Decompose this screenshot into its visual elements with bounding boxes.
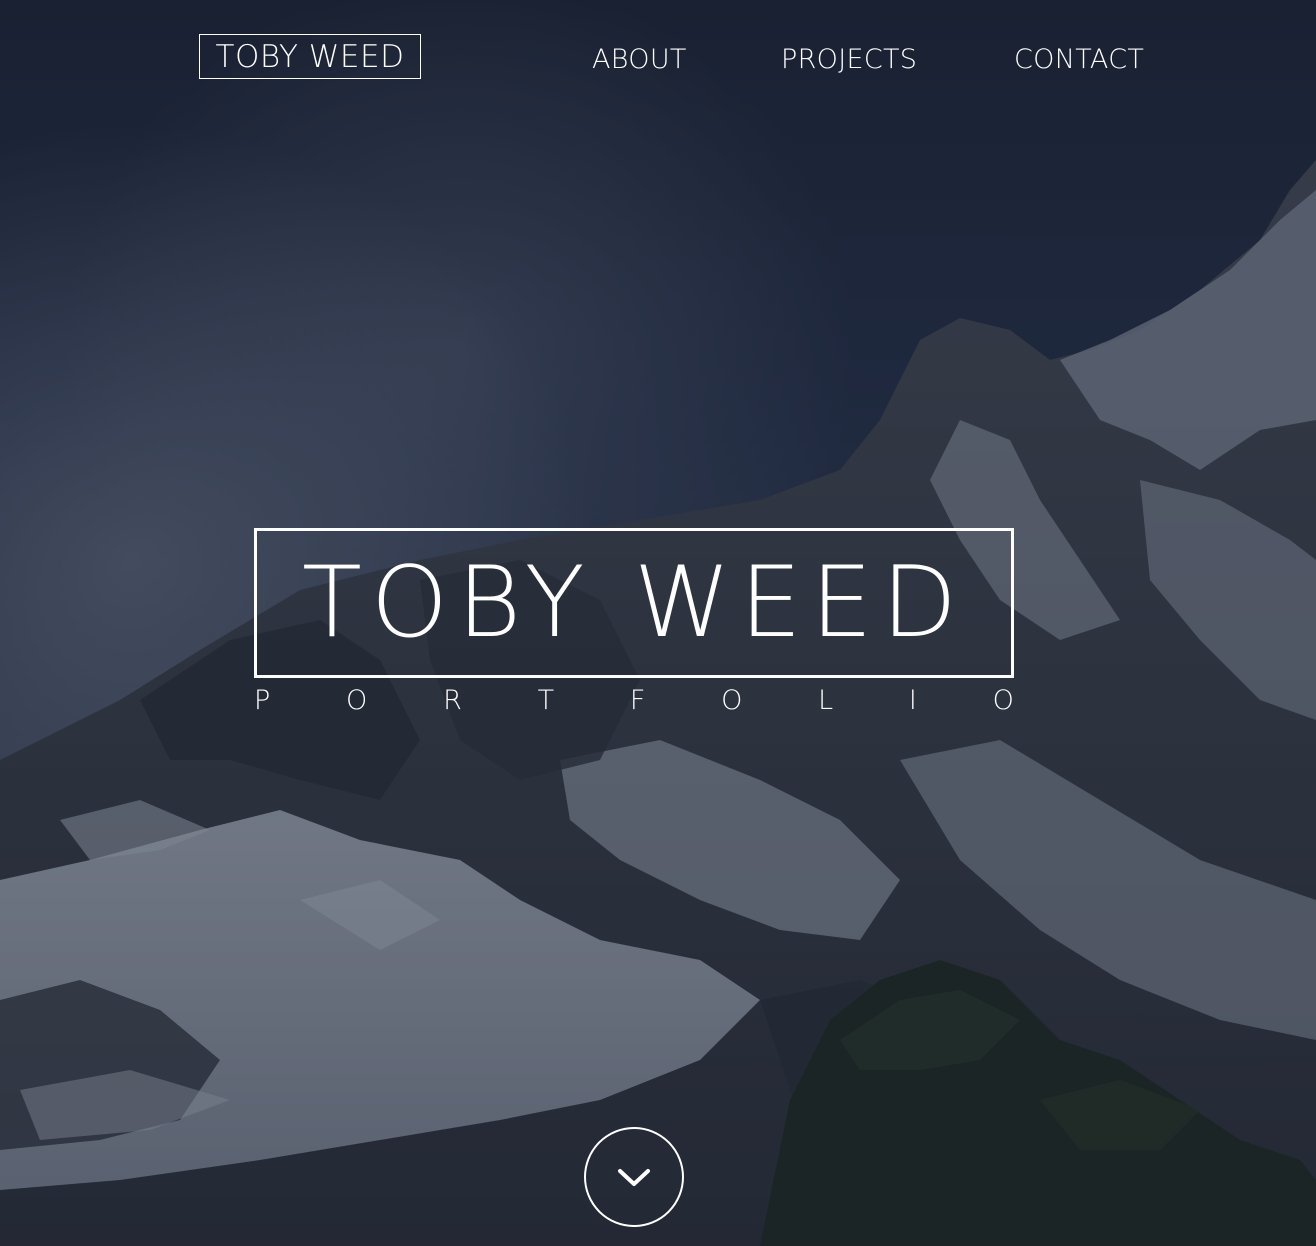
subtitle-letter: R	[443, 684, 462, 716]
subtitle-letter: F	[629, 684, 646, 716]
scroll-down-button[interactable]	[584, 1127, 684, 1227]
nav-link-contact[interactable]: CONTACT	[1014, 40, 1144, 80]
subtitle-letter: P	[254, 684, 271, 716]
subtitle-letter: L	[818, 684, 834, 716]
chevron-down-icon	[618, 1169, 650, 1186]
hero-title: TOBY WEED	[301, 546, 967, 660]
subtitle-letter: O	[346, 684, 368, 716]
hero-title-box: TOBY WEED	[254, 528, 1014, 678]
main-nav: ABOUT PROJECTS CONTACT	[0, 40, 1316, 80]
subtitle-letter: O	[992, 684, 1014, 716]
subtitle-letter: I	[908, 684, 917, 716]
nav-link-projects[interactable]: PROJECTS	[781, 40, 917, 80]
nav-link-about[interactable]: ABOUT	[592, 40, 687, 80]
subtitle-letter: O	[721, 684, 743, 716]
subtitle-letter: T	[537, 684, 555, 716]
hero-subtitle: P O R T F O L I O	[254, 684, 1014, 716]
